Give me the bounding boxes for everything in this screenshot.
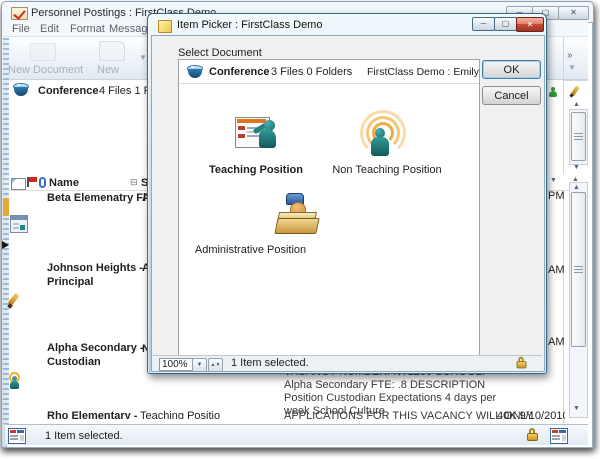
- dialog-footer: 100% ▼ ▲▼ 1 Item selected.: [153, 355, 542, 371]
- row-name-beta[interactable]: Beta Elemenatry Fl: [47, 192, 146, 204]
- row-name-rho: Rho Elementary -: [47, 410, 137, 419]
- screenshot-stage: Personnel Postings : FirstClass Demo Fil…: [0, 0, 600, 459]
- ok-button[interactable]: OK: [482, 60, 541, 79]
- row-name-alpha[interactable]: Alpha Secondary - Custodian: [47, 341, 147, 369]
- select-document-label: Select Document: [178, 47, 262, 59]
- close-button[interactable]: [558, 6, 589, 20]
- row-date-johnson: AM: [548, 264, 565, 276]
- row-date-beta: PM: [548, 190, 565, 202]
- picker-conference-counts: 3 Files 0 Folders: [271, 66, 352, 78]
- conference-icon: [13, 83, 29, 97]
- list-scrollbar-thumb[interactable]: [571, 192, 586, 347]
- right-pane-divider: [563, 37, 564, 424]
- menu-format[interactable]: Format: [70, 23, 105, 35]
- envelope-column-icon[interactable]: [11, 178, 26, 190]
- menu-file[interactable]: File: [12, 23, 30, 35]
- dialog-lock-icon: [517, 357, 527, 369]
- header-sort-down-icon[interactable]: ▼: [550, 177, 557, 184]
- left-strip-orange-segment: [3, 198, 9, 216]
- zoom-dropdown-button[interactable]: ▼: [192, 358, 207, 372]
- item-label-non-teaching[interactable]: Non Teaching Position: [327, 164, 447, 176]
- administrative-position-icon[interactable]: [275, 192, 319, 236]
- non-teaching-position-icon[interactable]: [357, 116, 403, 160]
- row-subject-rho: Teaching Positio: [140, 410, 220, 419]
- new-icon: [99, 41, 125, 61]
- pane-layout-icon-right[interactable]: [550, 428, 568, 444]
- picker-conference-name: Conference: [209, 66, 270, 78]
- menu-edit[interactable]: Edit: [40, 23, 59, 35]
- new-dropdown-arrow-icon[interactable]: ▼: [139, 53, 147, 62]
- status-text: 1 Item selected.: [45, 430, 123, 442]
- flag-column-icon[interactable]: [27, 177, 37, 187]
- dialog-body: Select Document Conference 3 Files 0 Fol…: [151, 35, 545, 372]
- lock-icon: [527, 428, 538, 441]
- new-document-button[interactable]: New Document: [8, 64, 83, 76]
- right-strip-divider: [564, 80, 588, 81]
- pane-layout-icon[interactable]: [8, 428, 26, 444]
- firstclass-logo-icon: [11, 7, 28, 20]
- column-header-name[interactable]: Name: [49, 177, 79, 189]
- cancel-button[interactable]: Cancel: [482, 86, 541, 105]
- form-document-icon[interactable]: [10, 215, 28, 233]
- dialog-title: Item Picker : FirstClass Demo: [177, 19, 322, 31]
- zoom-stepper[interactable]: ▲▼: [208, 358, 223, 372]
- teaching-position-icon[interactable]: [235, 114, 285, 160]
- row-date-rho: 40K 9/10/2010 9:49 AM: [497, 410, 565, 419]
- conference-name: Conference: [38, 85, 99, 97]
- paperclip-column-icon[interactable]: [39, 177, 46, 188]
- list-scroll-down-icon[interactable]: ▼: [573, 405, 580, 412]
- zoom-level-field[interactable]: 100%: [159, 358, 193, 371]
- collapse-box-icon[interactable]: ⊟: [130, 177, 138, 188]
- quill-document-icon[interactable]: [6, 292, 20, 309]
- row-name-johnson[interactable]: Johnson Heights - Principal: [47, 261, 147, 289]
- pencil-icon[interactable]: [569, 86, 580, 98]
- row-preview-rho: APPLICATIONS FOR THIS VACANCY WILL ONLY: [284, 410, 533, 419]
- picker-conference-icon: [187, 65, 203, 78]
- dialog-close-button[interactable]: [516, 17, 544, 32]
- row-date-alpha: AM: [548, 336, 565, 348]
- dialog-status-text: 1 Item selected.: [231, 357, 309, 369]
- dialog-title-icon: [158, 20, 172, 33]
- item-label-administrative[interactable]: Administrative Position: [193, 244, 308, 256]
- toolbar-overflow-chevron-icon[interactable]: »: [567, 50, 573, 61]
- list-scroll-up-icon[interactable]: ▲: [573, 184, 580, 191]
- new-document-icon: [30, 43, 56, 61]
- mini-scroll-down-icon[interactable]: ▼: [573, 164, 580, 171]
- dialog-minimize-button[interactable]: [472, 17, 495, 31]
- current-row-marker-icon: [2, 241, 9, 249]
- item-picker-dialog: Item Picker : FirstClass Demo Select Doc…: [147, 13, 547, 374]
- table-row-clipped[interactable]: Rho Elementary - Teaching Positio APPLIC…: [5, 410, 565, 419]
- left-dotted-strip[interactable]: [3, 38, 9, 424]
- new-button[interactable]: New: [97, 64, 119, 76]
- dialog-maximize-button[interactable]: [494, 17, 517, 31]
- green-person-icon[interactable]: [549, 87, 558, 98]
- document-picker-list: Conference 3 Files 0 Folders FirstClass …: [178, 59, 480, 357]
- toolbar-overflow-arrow-icon[interactable]: ▼: [568, 63, 576, 72]
- person-glow-document-icon[interactable]: [8, 372, 21, 390]
- mini-scroll-up-icon[interactable]: ▲: [573, 101, 580, 108]
- item-label-teaching[interactable]: Teaching Position: [191, 164, 321, 176]
- mini-scrollbar-thumb[interactable]: [571, 112, 586, 161]
